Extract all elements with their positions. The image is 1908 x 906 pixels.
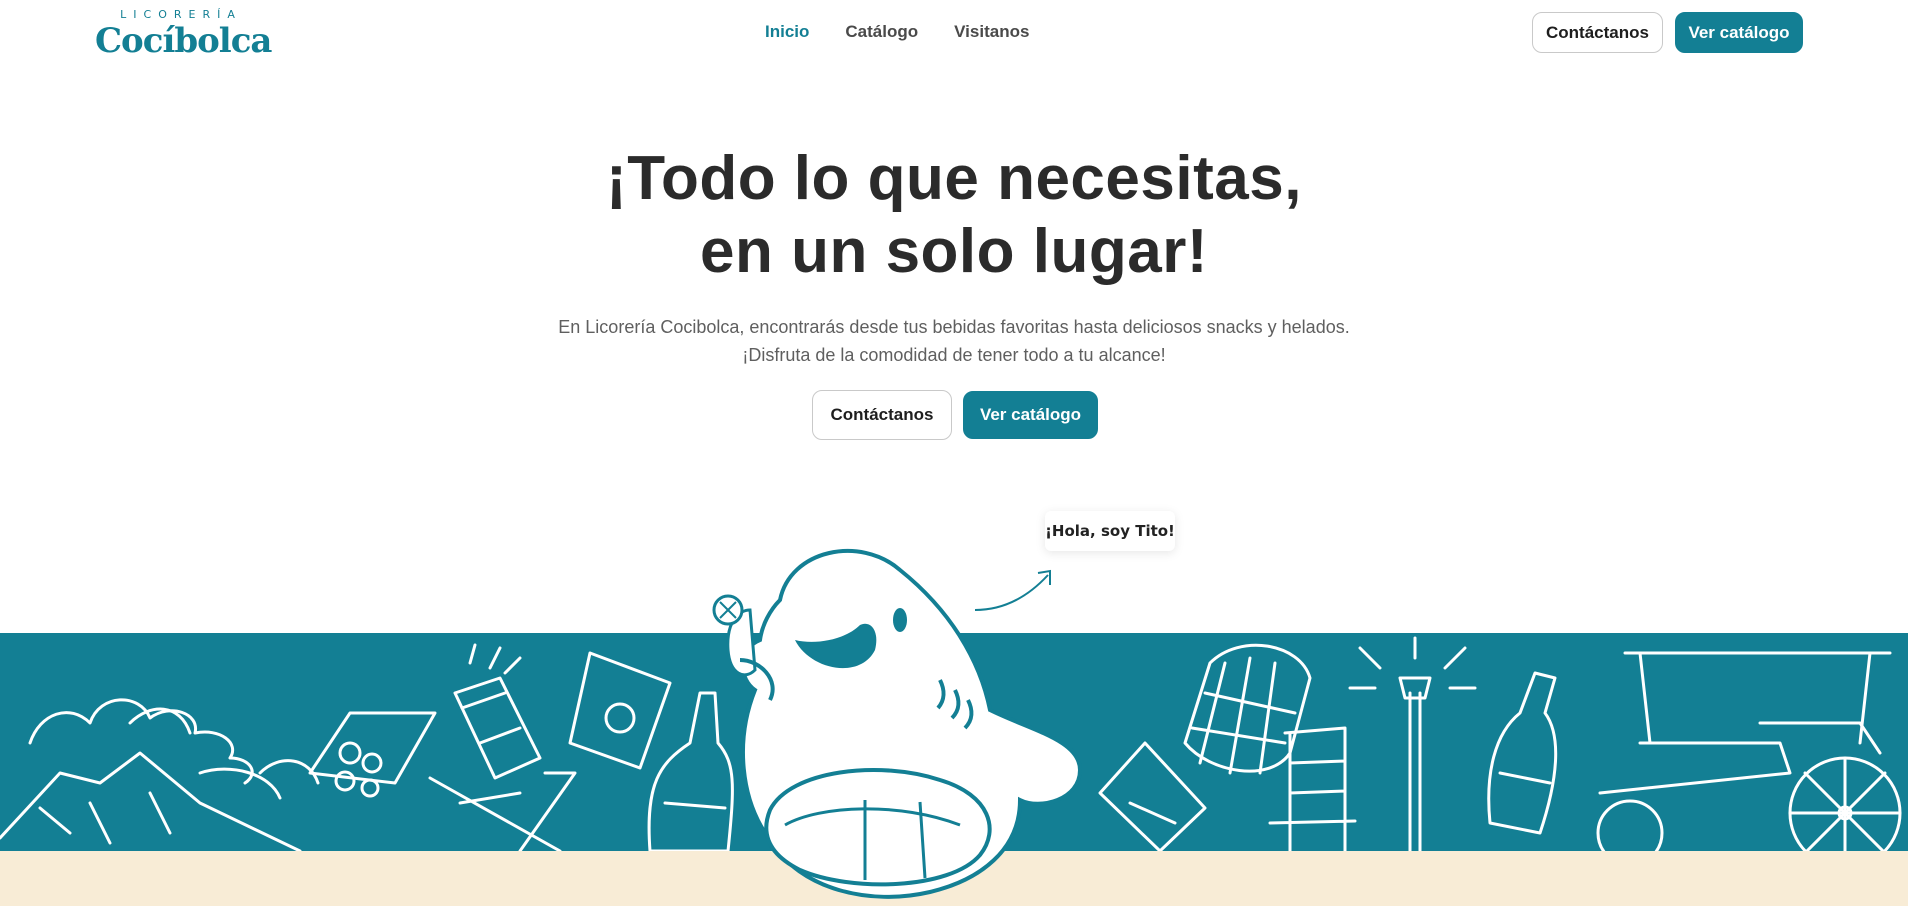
street-lamp-icon — [1348, 636, 1477, 851]
hero-subtitle-line-2: ¡Disfruta de la comodidad de tener todo … — [742, 345, 1166, 365]
hero-title: ¡Todo lo que necesitas, en un solo lugar… — [454, 142, 1454, 288]
hero-title-line-1: ¡Todo lo que necesitas, — [606, 144, 1302, 213]
logo-main-text: Cocíbolca — [95, 21, 272, 61]
landing-page: LICORERÍA Cocíbolca Inicio Catálogo Visi… — [0, 0, 1908, 906]
mascot-speech-bubble: ¡Hola, soy Tito! — [1045, 511, 1175, 551]
hero-contact-button[interactable]: Contáctanos — [812, 390, 952, 440]
header-catalog-button[interactable]: Ver catálogo — [1675, 12, 1803, 53]
brand-logo[interactable]: LICORERÍA Cocíbolca — [95, 8, 272, 62]
horse-carriage-icon — [1596, 651, 1902, 851]
hero-subtitle: En Licorería Cocibolca, encontrarás desd… — [454, 313, 1454, 369]
beer-can-icon — [453, 643, 542, 780]
site-header: LICORERÍA Cocíbolca Inicio Catálogo Visi… — [0, 0, 1908, 66]
volcano-icon — [0, 698, 320, 851]
curved-arrow-icon — [974, 569, 1051, 611]
snack-bag-icon — [1098, 741, 1207, 851]
nav-item-catalogo[interactable]: Catálogo — [845, 22, 918, 42]
nav-item-visitanos[interactable]: Visitanos — [954, 22, 1029, 42]
hero-catalog-button[interactable]: Ver catálogo — [963, 391, 1098, 439]
hero-subtitle-line-1: En Licorería Cocibolca, encontrarás desd… — [558, 317, 1350, 337]
hero-title-line-2: en un solo lugar! — [700, 217, 1208, 286]
nav-item-inicio[interactable]: Inicio — [765, 22, 809, 42]
soda-bottle-icon — [1487, 671, 1558, 835]
logo-top-text: LICORERÍA — [120, 8, 242, 21]
beach-chair-icon — [428, 771, 577, 851]
chips-bag-icon — [308, 711, 437, 798]
wooden-chair-icon — [1268, 726, 1357, 851]
header-contact-button[interactable]: Contáctanos — [1532, 12, 1663, 53]
main-nav: Inicio Catálogo Visitanos — [765, 22, 1029, 42]
chips-bag-icon — [568, 651, 672, 770]
